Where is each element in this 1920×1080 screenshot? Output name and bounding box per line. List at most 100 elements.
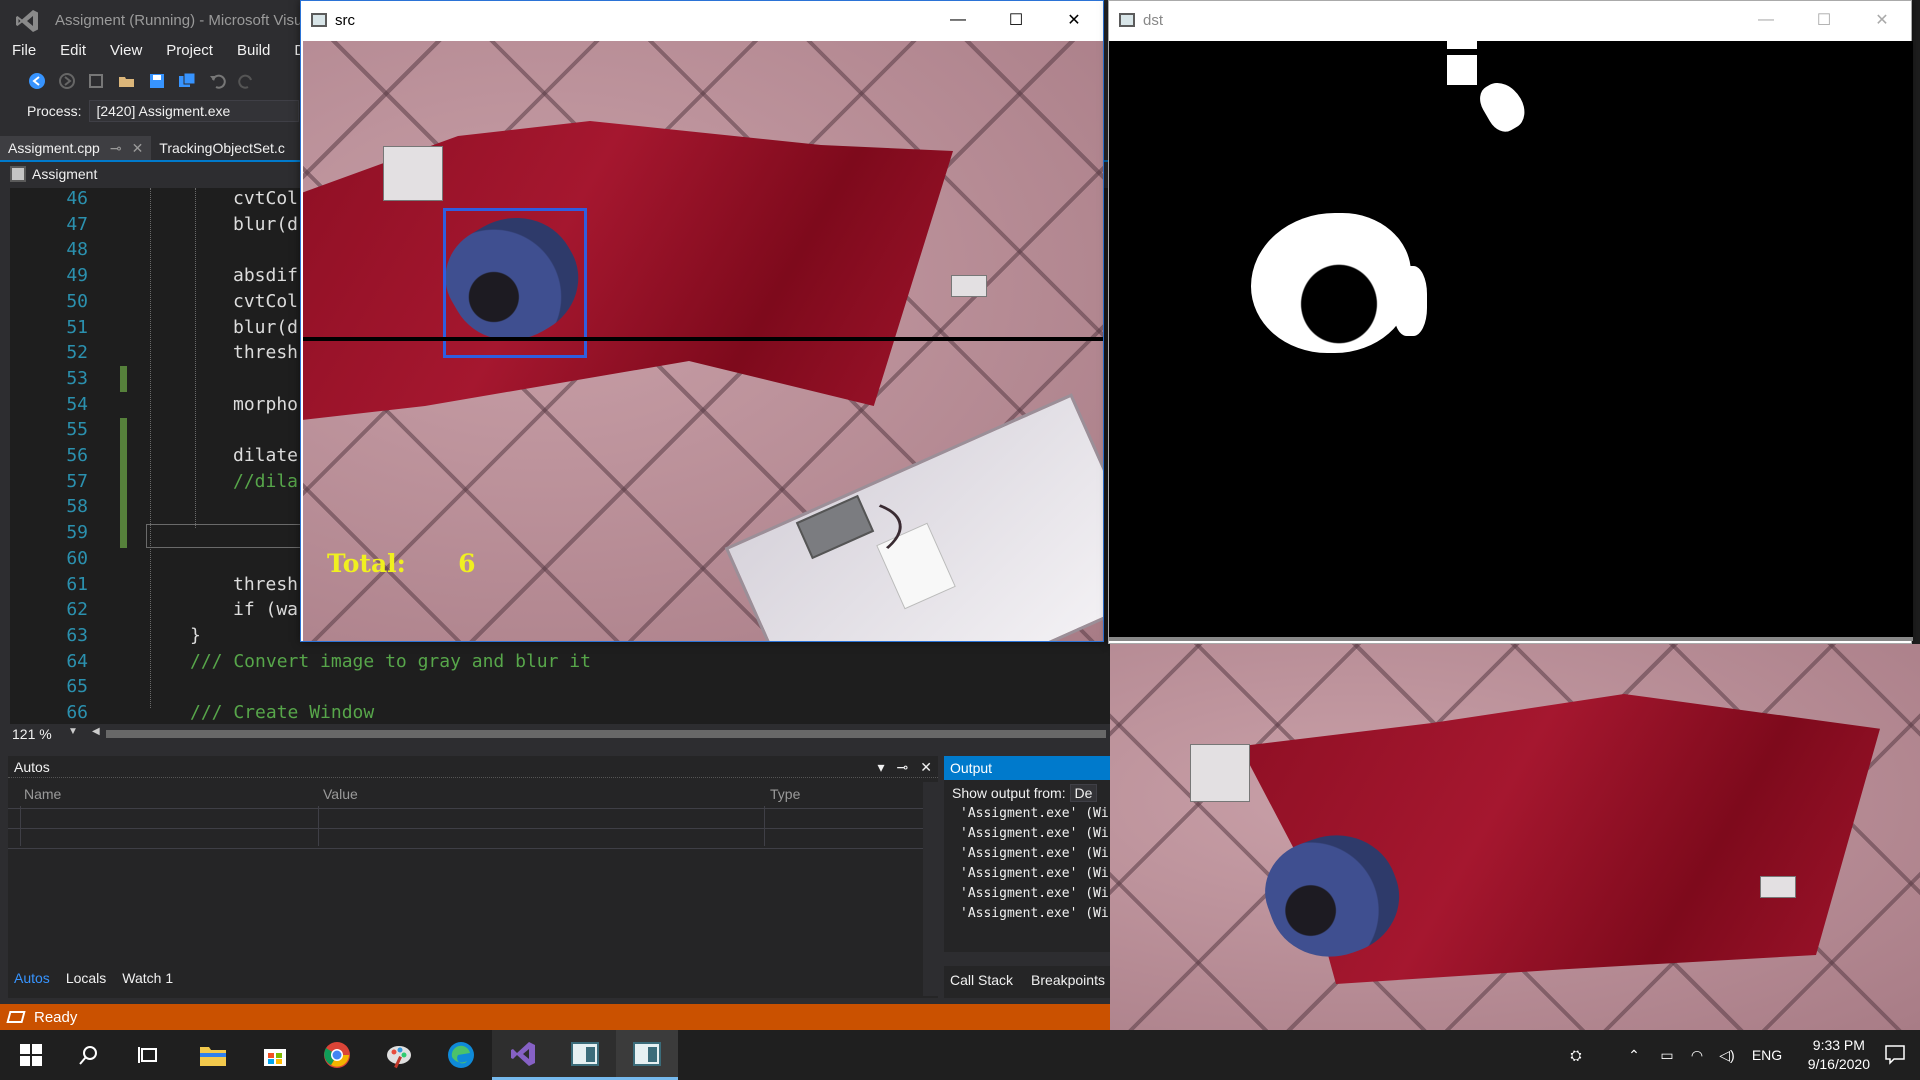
volume-icon[interactable]: ◁) — [1712, 1047, 1742, 1064]
line-number: 53 — [66, 367, 88, 389]
line-number: 64 — [66, 650, 88, 672]
autos-vscroll[interactable] — [923, 782, 938, 996]
system-tray: ⛭ ⌃ ▭ ◠ ◁) ENG — [1556, 1030, 1792, 1080]
tab-call-stack[interactable]: Call Stack — [950, 972, 1013, 988]
autos-columns: Name Value Type — [8, 782, 923, 806]
paint-button[interactable] — [368, 1030, 430, 1080]
total-value: 6 — [458, 549, 476, 578]
column-type[interactable]: Type — [770, 786, 800, 802]
code-text: thresh — [233, 342, 299, 364]
opencv-window-button[interactable] — [554, 1030, 616, 1080]
open-folder-icon[interactable] — [118, 72, 136, 90]
opencv-window-icon — [633, 1041, 661, 1066]
code-text: if (wa — [233, 599, 299, 621]
breadcrumb[interactable]: Assigment — [10, 166, 97, 182]
maximize-icon[interactable]: ☐ — [987, 1, 1045, 39]
line-number: 52 — [66, 342, 88, 364]
process-select[interactable]: [2420] Assigment.exe — [89, 100, 300, 122]
code-text: /// Convert image to gray and blur it — [190, 650, 591, 672]
tab-breakpoints[interactable]: Breakpoints — [1031, 972, 1105, 988]
new-project-icon[interactable] — [88, 72, 106, 90]
clock[interactable]: 9:33 PM 9/16/2020 — [1808, 1036, 1870, 1074]
close-tab-icon[interactable]: ✕ — [132, 140, 144, 157]
zoom-level[interactable]: 121 % — [12, 726, 72, 742]
zoom-dropdown-icon[interactable]: ▼ — [68, 726, 78, 737]
tab-autos[interactable]: Autos — [14, 970, 50, 992]
window-icon — [1119, 13, 1135, 27]
undo-icon[interactable] — [208, 72, 226, 90]
output-line: 'Assigment.exe' (Wi — [960, 806, 1109, 821]
close-icon[interactable]: ✕ — [920, 759, 932, 775]
back-icon[interactable] — [28, 72, 46, 90]
menu-build[interactable]: Build — [225, 40, 282, 64]
menu-edit[interactable]: Edit — [48, 40, 98, 64]
code-line[interactable]: 65 — [10, 676, 1110, 702]
output-panel: Output Show output from: De 'Assigment.e… — [944, 756, 1110, 998]
mask-blob — [1251, 213, 1411, 353]
maximize-icon[interactable]: ☐ — [1795, 1, 1853, 39]
opencv-window-button-2[interactable] — [616, 1030, 678, 1080]
output-line: 'Assigment.exe' (Wi — [960, 826, 1109, 841]
output-source-select[interactable]: De — [1069, 784, 1098, 802]
column-value[interactable]: Value — [323, 786, 358, 802]
wifi-icon[interactable]: ◠ — [1682, 1047, 1712, 1064]
windows-icon — [20, 1044, 42, 1066]
menu-file[interactable]: File — [0, 40, 48, 64]
code-line[interactable]: 64 /// Convert image to gray and blur it — [10, 651, 1110, 677]
edge-button[interactable] — [430, 1030, 492, 1080]
menu-view[interactable]: View — [98, 40, 154, 64]
mask-blob — [1447, 55, 1477, 85]
total-label: Total: — [327, 549, 406, 578]
visual-studio-button[interactable] — [492, 1030, 554, 1080]
device — [1190, 744, 1250, 802]
pin-icon[interactable]: ⊸ — [897, 759, 909, 775]
notification-icon — [1885, 1045, 1905, 1065]
store-button[interactable] — [244, 1030, 306, 1080]
file-explorer-button[interactable] — [182, 1030, 244, 1080]
horizontal-scrollbar[interactable] — [106, 730, 1106, 738]
close-icon[interactable]: ✕ — [1853, 1, 1911, 39]
start-button[interactable] — [0, 1030, 62, 1080]
chrome-button[interactable] — [306, 1030, 368, 1080]
chevron-up-icon[interactable]: ⌃ — [1616, 1047, 1652, 1064]
notifications-button[interactable] — [1884, 1043, 1906, 1065]
language-indicator[interactable]: ENG — [1742, 1047, 1792, 1063]
forward-icon[interactable] — [58, 72, 76, 90]
chevron-down-icon[interactable]: ▾ — [878, 759, 885, 775]
save-all-icon[interactable] — [178, 72, 196, 90]
tab-locals[interactable]: Locals — [66, 970, 106, 992]
process-label: Process: — [27, 103, 82, 119]
code-text: cvtCol — [233, 188, 299, 209]
line-number: 54 — [66, 393, 88, 415]
dst-mask-frame — [1109, 41, 1913, 641]
pin-icon[interactable]: ⊸ — [110, 140, 122, 157]
minimize-icon[interactable]: — — [929, 1, 987, 39]
src-titlebar[interactable]: src — ☐ ✕ — [301, 1, 1103, 39]
minimize-icon[interactable]: — — [1737, 1, 1795, 39]
save-icon[interactable] — [148, 72, 166, 90]
search-button[interactable] — [58, 1030, 120, 1080]
people-icon[interactable]: ⛭ — [1556, 1047, 1596, 1064]
status-icon — [6, 1011, 26, 1023]
table-row[interactable] — [8, 828, 938, 848]
tab-label: Assigment.cpp — [8, 140, 100, 156]
scroll-left-icon[interactable]: ◀ — [92, 726, 100, 737]
close-icon[interactable]: ✕ — [1045, 1, 1103, 39]
visual-studio-logo-icon — [16, 10, 38, 32]
redo-icon[interactable] — [238, 72, 256, 90]
device — [383, 146, 443, 201]
menu-project[interactable]: Project — [154, 40, 225, 64]
tab-trackingobjectset[interactable]: TrackingObjectSet.c — [151, 136, 293, 160]
task-view-button[interactable] — [118, 1030, 180, 1080]
code-line[interactable]: 66 /// Create Window — [10, 702, 1110, 724]
tab-assigment-cpp[interactable]: Assigment.cpp ⊸ ✕ — [0, 136, 152, 160]
table-row[interactable] — [8, 808, 938, 828]
dst-titlebar[interactable]: dst — ☐ ✕ — [1109, 1, 1911, 39]
output-hscroll[interactable] — [944, 952, 1110, 966]
device — [1760, 876, 1796, 898]
vs-title-text: Assigment (Running) - Microsoft Visu — [55, 12, 303, 29]
column-name[interactable]: Name — [24, 786, 61, 802]
battery-icon[interactable]: ▭ — [1652, 1047, 1682, 1064]
tab-watch-1[interactable]: Watch 1 — [122, 970, 173, 992]
autos-header: Autos ▾ ⊸ ✕ — [8, 756, 938, 778]
